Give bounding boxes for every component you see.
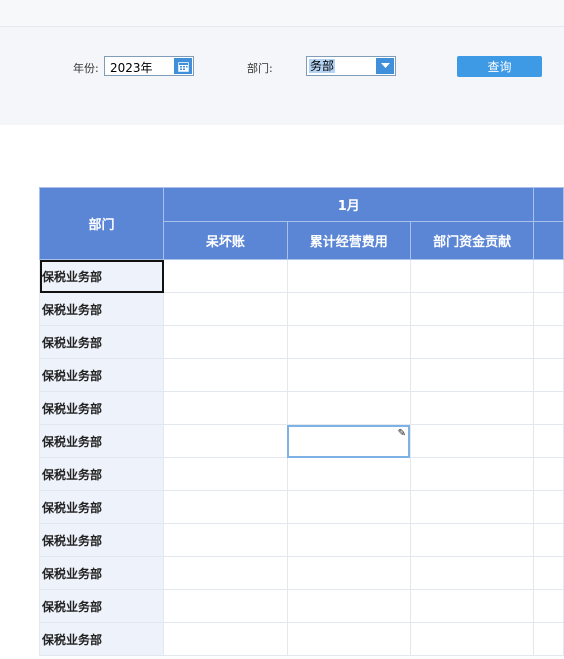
dept-select[interactable]: 务部 [306,56,396,76]
table-row: 保税业务部 [38,523,564,557]
table-row: 保税业务部 ✎ [38,424,564,458]
cell[interactable] [533,358,564,392]
calendar-icon[interactable] [174,58,192,74]
cell[interactable] [409,325,535,359]
dept-value: 务部 [309,59,336,73]
top-bar [0,0,564,27]
table-body: 保税业务部 保税业务部 保税业务部 保税业务部 保税业务部 保税业务部 ✎ 保税… [38,259,564,656]
chevron-down-icon[interactable] [376,58,394,74]
cell[interactable] [286,622,411,656]
cell[interactable] [286,292,411,326]
cell[interactable] [163,325,288,359]
cell[interactable] [163,292,288,326]
cell[interactable] [409,457,535,491]
table-row: 保税业务部 [38,556,564,590]
cell[interactable] [163,490,288,524]
table-row: 保税业务部 [38,292,564,326]
dept-cell[interactable]: 保税业务部 [38,556,165,590]
header-col-2: 累计经营费用 [286,221,411,260]
dept-cell[interactable]: 保税业务部 [38,391,165,425]
cell[interactable] [409,622,535,656]
year-label: 年份: [73,62,99,75]
cell[interactable] [533,259,564,293]
cell[interactable] [409,358,535,392]
dept-cell[interactable]: 保税业务部 [38,622,165,656]
year-input[interactable]: 2023年 [104,56,194,76]
cell[interactable] [286,490,411,524]
cell[interactable] [286,556,411,590]
table-row: 保税业务部 [38,325,564,359]
header-col-4 [533,221,564,260]
table-row: 保税业务部 [38,622,564,656]
dept-cell[interactable]: 保税业务部 [38,358,165,392]
cell[interactable] [409,391,535,425]
dept-cell[interactable]: 保税业务部 [38,259,165,293]
table-row: 保税业务部 [38,589,564,623]
cell[interactable] [409,424,535,458]
table-row: 保税业务部 [38,490,564,524]
query-button[interactable]: 查询 [457,56,542,77]
pencil-icon: ✎ [397,428,406,439]
dept-cell[interactable]: 保税业务部 [38,292,165,326]
cell[interactable] [286,589,411,623]
cell[interactable] [163,556,288,590]
table-row: 保税业务部 [38,457,564,491]
cell[interactable] [163,259,288,293]
header-next-month [533,187,564,222]
cell[interactable] [533,490,564,524]
table-row: 保税业务部 [38,358,564,392]
cell[interactable] [409,490,535,524]
cell[interactable] [286,457,411,491]
cell[interactable] [163,391,288,425]
header-month: 1月 [163,187,535,222]
dept-cell[interactable]: 保税业务部 [38,424,165,458]
dept-label: 部门: [247,62,273,75]
cell[interactable] [409,292,535,326]
cell[interactable] [286,523,411,557]
cell[interactable] [409,589,535,623]
cell[interactable] [533,622,564,656]
cell[interactable] [286,358,411,392]
table-row: 保税业务部 [38,391,564,425]
cell[interactable] [163,622,288,656]
header-dept: 部门 [38,187,165,260]
cell[interactable] [286,325,411,359]
header-col-3: 部门资金贡献 [409,221,535,260]
header-col-1: 呆坏账 [163,221,288,260]
data-table: 部门 1月 呆坏账 累计经营费用 部门资金贡献 保税业务部 保税业务部 保税业务… [38,187,564,656]
dept-cell[interactable]: 保税业务部 [38,523,165,557]
cell[interactable] [409,259,535,293]
cell[interactable] [163,589,288,623]
cell[interactable] [533,292,564,326]
cell[interactable] [409,556,535,590]
cell[interactable] [409,523,535,557]
cell[interactable] [163,523,288,557]
cell[interactable] [533,424,564,458]
cell[interactable] [533,391,564,425]
cell[interactable] [533,589,564,623]
cell[interactable] [533,523,564,557]
cell[interactable] [286,259,411,293]
cell[interactable] [286,391,411,425]
dept-cell[interactable]: 保税业务部 [38,589,165,623]
active-edit-cell[interactable]: ✎ [286,424,411,458]
table-row: 保税业务部 [38,259,564,293]
year-value: 2023年 [110,61,153,75]
cell[interactable] [163,457,288,491]
cell[interactable] [163,424,288,458]
dept-cell[interactable]: 保税业务部 [38,457,165,491]
dept-cell[interactable]: 保税业务部 [38,325,165,359]
cell[interactable] [163,358,288,392]
cell[interactable] [533,556,564,590]
dept-cell[interactable]: 保税业务部 [38,490,165,524]
cell[interactable] [533,457,564,491]
cell[interactable] [533,325,564,359]
